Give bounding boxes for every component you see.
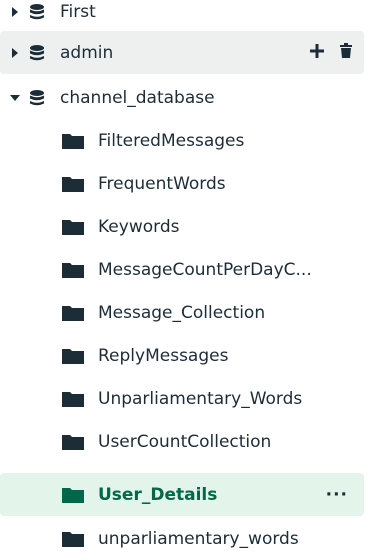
collection-item[interactable]: ReplyMessages	[0, 334, 364, 377]
database-label: admin	[60, 42, 114, 63]
collection-item[interactable]: Message_Collection	[0, 291, 364, 334]
caret-right-icon[interactable]	[8, 47, 22, 58]
collection-label: UserCountCollection	[98, 431, 272, 452]
database-item-channel-database[interactable]: channel_database	[0, 76, 364, 119]
plus-icon	[310, 43, 324, 63]
folder-icon	[62, 262, 84, 278]
folder-icon	[62, 391, 84, 407]
more-options-button[interactable]: ···	[326, 473, 348, 516]
collection-item[interactable]: Keywords	[0, 205, 364, 248]
collection-label: unparliamentary_words	[98, 528, 299, 549]
collection-item[interactable]: FilteredMessages	[0, 119, 364, 162]
folder-icon	[62, 176, 84, 192]
collection-item[interactable]: Unparliamentary_Words	[0, 377, 364, 420]
caret-right-icon[interactable]	[8, 6, 22, 17]
collection-label: Message_Collection	[98, 302, 266, 323]
collection-item[interactable]: UserCountCollection	[0, 420, 364, 463]
database-label: channel_database	[60, 87, 215, 108]
database-label: First	[60, 1, 96, 22]
caret-down-icon[interactable]	[8, 94, 22, 102]
drop-database-button[interactable]	[340, 42, 352, 63]
collection-item-selected[interactable]: User_Details ···	[0, 473, 364, 516]
database-item-admin[interactable]: admin	[0, 31, 364, 74]
collection-label: Keywords	[98, 216, 180, 237]
trash-icon	[340, 42, 352, 63]
collection-label: FilteredMessages	[98, 130, 245, 151]
folder-icon	[62, 133, 84, 149]
collection-label: Unparliamentary_Words	[98, 388, 303, 409]
collection-item[interactable]: FrequentWords	[0, 162, 364, 205]
folder-icon	[62, 434, 84, 450]
database-icon	[28, 89, 46, 107]
collection-label: ReplyMessages	[98, 345, 229, 366]
folder-icon	[62, 305, 84, 321]
collection-label: User_Details	[98, 484, 218, 505]
database-icon	[28, 3, 46, 21]
database-icon	[28, 44, 46, 62]
add-collection-button[interactable]	[310, 43, 324, 63]
folder-icon	[62, 348, 84, 364]
collection-item[interactable]: MessageCountPerDayC...	[0, 248, 364, 291]
folder-icon	[62, 531, 84, 547]
database-item-first[interactable]: First	[0, 0, 364, 33]
collection-item[interactable]: unparliamentary_words	[0, 517, 364, 560]
collection-label: FrequentWords	[98, 173, 226, 194]
collection-label: MessageCountPerDayC...	[98, 259, 312, 280]
folder-icon	[62, 219, 84, 235]
folder-icon	[62, 487, 84, 503]
